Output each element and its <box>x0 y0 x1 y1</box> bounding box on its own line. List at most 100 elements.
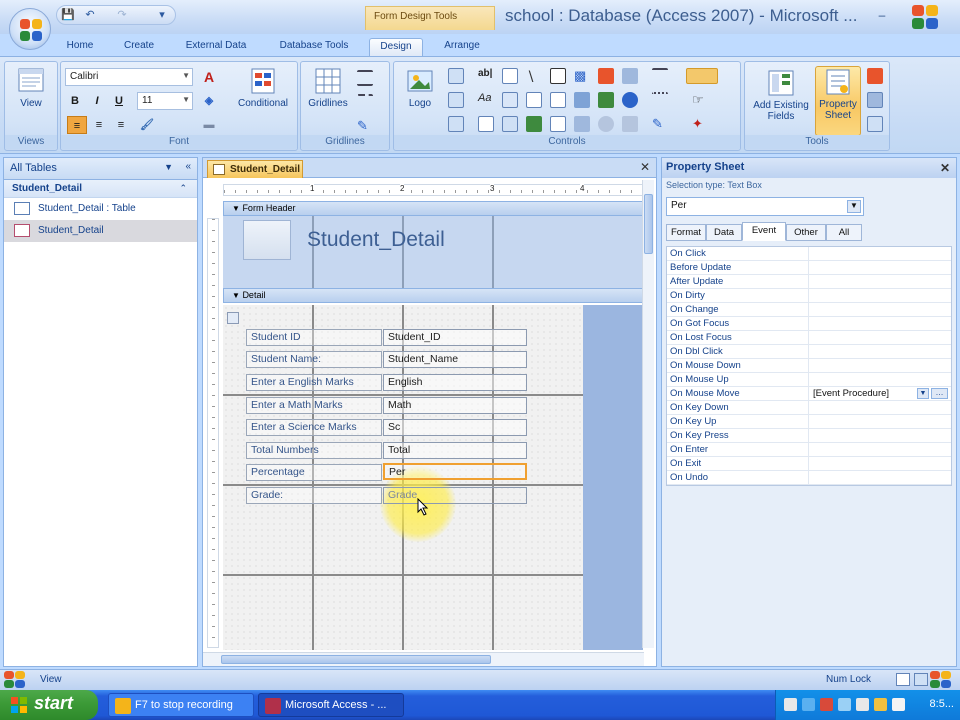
gridlines-button[interactable]: Gridlines <box>305 66 351 126</box>
field-control[interactable]: Math <box>383 397 527 414</box>
rectangle-control-icon[interactable] <box>550 68 566 84</box>
underline-button[interactable]: U <box>109 92 129 110</box>
label-control-icon[interactable]: Aa <box>478 92 494 108</box>
format-painter-button[interactable]: 🖌 <box>137 116 157 134</box>
field-control[interactable]: Sc <box>383 419 527 436</box>
option-button-icon[interactable] <box>598 116 614 132</box>
property-row[interactable]: On Undo <box>667 471 951 485</box>
chevron-down-icon[interactable]: ▼ <box>164 162 173 172</box>
set-control-defaults-icon[interactable]: ☞ <box>692 92 708 108</box>
textbox-control-icon[interactable]: ab| <box>478 68 494 84</box>
property-row[interactable]: On Key Press <box>667 429 951 443</box>
layout-selector-icon[interactable] <box>227 312 239 324</box>
attachment-icon[interactable] <box>574 116 590 132</box>
close-icon[interactable]: ✕ <box>940 161 950 175</box>
page-numbers-icon[interactable] <box>448 92 464 108</box>
line-color-icon[interactable]: ✎ <box>357 118 373 134</box>
align-left-button[interactable]: ≡ <box>67 116 87 134</box>
title-control-icon[interactable] <box>448 68 464 84</box>
line-type-icon[interactable] <box>652 92 668 108</box>
field-label[interactable]: Grade: <box>246 487 382 504</box>
horizontal-scrollbar[interactable] <box>203 652 644 666</box>
field-label[interactable]: Total Numbers <box>246 442 382 459</box>
nav-item-student-detail-form[interactable]: Student_Detail <box>4 220 197 242</box>
shutter-bar-close-icon[interactable]: « <box>185 161 191 172</box>
field-control[interactable]: Student_Name <box>383 351 527 368</box>
property-value[interactable] <box>810 401 952 415</box>
form-logo-image[interactable] <box>243 220 291 260</box>
button-control-icon[interactable] <box>502 92 518 108</box>
property-value[interactable] <box>810 345 952 359</box>
form-header-section-bar[interactable]: ▼ Form Header <box>223 201 643 216</box>
insert-activex-icon[interactable] <box>622 116 638 132</box>
redo-icon[interactable]: ↷ <box>115 8 129 22</box>
field-control[interactable]: Total <box>383 442 527 459</box>
property-sheet-button[interactable]: Property Sheet <box>815 66 861 136</box>
detail-section-bar[interactable]: ▼ Detail <box>223 288 643 303</box>
property-value[interactable] <box>810 359 952 373</box>
form-view-icon[interactable] <box>896 673 910 686</box>
align-center-button[interactable]: ≡ <box>89 116 109 134</box>
property-row[interactable]: On Exit <box>667 457 951 471</box>
property-row[interactable]: After Update <box>667 275 951 289</box>
customize-qat-icon[interactable]: ▾ <box>155 8 169 22</box>
property-value[interactable] <box>810 247 952 261</box>
align-right-button[interactable]: ≡ <box>111 116 131 134</box>
tab-design[interactable]: Design <box>369 38 423 56</box>
line-thickness-icon[interactable] <box>357 70 373 86</box>
hyperlink-icon[interactable] <box>622 92 638 108</box>
field-label[interactable]: Student Name: <box>246 351 382 368</box>
property-value[interactable] <box>810 415 952 429</box>
check-box-icon[interactable] <box>502 116 518 132</box>
field-label[interactable]: Enter a English Marks <box>246 374 382 391</box>
field-label[interactable]: Enter a Math Marks <box>246 397 382 414</box>
property-row[interactable]: On Dbl Click <box>667 345 951 359</box>
tray-icon[interactable] <box>856 698 869 711</box>
tab-order-icon[interactable] <box>867 92 883 108</box>
subform-icon[interactable] <box>574 92 590 108</box>
logo-button[interactable]: Logo <box>398 66 442 126</box>
bound-frame-icon[interactable] <box>526 116 542 132</box>
scrollbar-thumb[interactable] <box>644 194 653 254</box>
property-value[interactable] <box>810 261 952 275</box>
build-button[interactable]: … <box>931 388 948 399</box>
fill-color-button[interactable]: ◈ <box>199 92 219 110</box>
tray-icon[interactable] <box>874 698 887 711</box>
field-label[interactable]: Percentage <box>246 464 382 481</box>
bold-button[interactable]: B <box>65 92 85 110</box>
property-value[interactable] <box>810 373 952 387</box>
image-control-icon[interactable] <box>598 92 614 108</box>
font-size-combo[interactable]: 11 ▼ <box>137 92 193 110</box>
tab-all[interactable]: All <box>826 224 862 241</box>
office-button[interactable] <box>9 8 51 50</box>
unbound-frame-icon[interactable] <box>622 68 638 84</box>
property-row[interactable]: On Lost Focus <box>667 331 951 345</box>
line-type-icon[interactable] <box>357 94 373 110</box>
toggle-button-icon[interactable]: ▩ <box>574 68 590 84</box>
tab-other[interactable]: Other <box>786 224 826 241</box>
property-row[interactable]: On Mouse Down <box>667 359 951 373</box>
tab-arrange[interactable]: Arrange <box>432 38 492 56</box>
property-row[interactable]: Before Update <box>667 261 951 275</box>
field-control[interactable]: English <box>383 374 527 391</box>
nav-pane-header[interactable]: All Tables ▼ « <box>4 158 197 180</box>
line-control-icon[interactable]: ∖ <box>526 68 542 84</box>
view-code-icon[interactable] <box>867 68 883 84</box>
line-color-button[interactable]: ▬ <box>199 116 219 134</box>
add-existing-fields-button[interactable]: Add Existing Fields <box>749 68 813 128</box>
line-thickness-icon[interactable] <box>652 68 668 84</box>
chart-control-icon[interactable] <box>598 68 614 84</box>
font-name-combo[interactable]: Calibri ▼ <box>65 68 193 86</box>
property-value[interactable] <box>810 275 952 289</box>
combo-box-icon[interactable] <box>526 92 542 108</box>
property-value[interactable] <box>810 443 952 457</box>
field-label[interactable]: Enter a Science Marks <box>246 419 382 436</box>
line-color-icon[interactable]: ✎ <box>652 116 668 132</box>
chevron-down-icon[interactable]: ▼ <box>847 200 861 213</box>
close-icon[interactable]: ✕ <box>640 160 650 174</box>
vertical-scrollbar[interactable] <box>642 180 654 648</box>
tab-control-icon[interactable] <box>550 92 566 108</box>
property-row[interactable]: On Click <box>667 247 951 261</box>
option-group-icon[interactable] <box>478 116 494 132</box>
property-row[interactable]: On Enter <box>667 443 951 457</box>
